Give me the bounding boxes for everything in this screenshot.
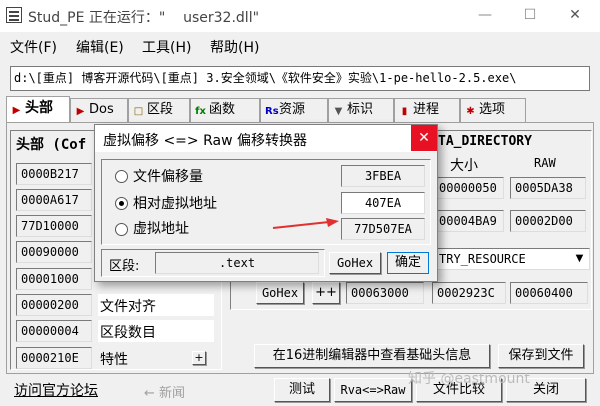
dir-bottom-value[interactable]: 0002923C <box>432 282 506 304</box>
process-icon: ▮ <box>401 106 408 117</box>
raw-column-header: RAW <box>534 156 556 170</box>
rva-radio[interactable] <box>115 197 128 210</box>
tab-label: 标识 <box>347 102 374 117</box>
tab-label: 函数 <box>209 102 236 117</box>
tab-processes[interactable]: ▮ 进程 <box>394 98 460 122</box>
dir-raw-value[interactable]: 00002D00 <box>510 210 586 232</box>
signature-icon: ▼ <box>334 106 343 117</box>
file-alignment-label: 文件对齐 <box>100 299 156 315</box>
menu-tools[interactable]: 工具(H) <box>142 37 191 57</box>
chevron-down-icon[interactable]: ▼ <box>570 249 589 269</box>
close-button[interactable]: ✕ <box>555 4 595 26</box>
tab-sections[interactable]: □ 区段 <box>128 98 190 122</box>
dialog-gohex-button[interactable]: GoHex <box>329 252 381 274</box>
menu-help[interactable]: 帮助(H) <box>210 37 259 57</box>
maximize-button[interactable]: ☐ <box>510 4 550 26</box>
section-icon: □ <box>133 106 144 117</box>
menu-file[interactable]: 文件(F) <box>10 37 57 57</box>
tab-signature[interactable]: ▼ 标识 <box>328 98 394 122</box>
minimize-button[interactable]: — <box>465 4 505 26</box>
file-offset-radio[interactable] <box>115 170 128 183</box>
function-icon: fx <box>195 106 206 117</box>
arrow-annotation-icon <box>272 218 339 229</box>
dir-bottom-value[interactable]: 00063000 <box>346 282 424 304</box>
header-value[interactable]: 0000B217 <box>16 163 92 185</box>
app-icon <box>6 7 22 23</box>
file-path-field[interactable]: d:\[重点] 博客开源代码\[重点] 3.安全领域\《软件安全》实验\1-pe… <box>10 66 590 91</box>
rva-field[interactable]: 407EA <box>341 192 425 214</box>
resource-icon: Rs <box>265 106 279 117</box>
section-count-label: 区段数目 <box>100 325 156 341</box>
tab-label: Dos <box>89 102 114 117</box>
ok-button[interactable]: 确定 <box>387 252 429 274</box>
header-value[interactable]: 0000A617 <box>16 189 92 211</box>
rva-converter-dialog: 虚拟偏移 <=> Raw 偏移转换器 ✕ 文件偏移量 3FBEA 相对虚拟地址 … <box>94 124 438 282</box>
watermark: 知乎 @eastmount <box>408 371 530 387</box>
tab-label: 资源 <box>279 102 306 117</box>
rva-raw-button[interactable]: Rva<=>Raw <box>334 378 412 402</box>
characteristics-expand-button[interactable]: + <box>192 351 206 365</box>
size-column-header: 大小 <box>450 158 478 174</box>
tab-resources[interactable]: Rs资源 <box>260 98 328 122</box>
rva-label: 相对虚拟地址 <box>133 196 217 212</box>
section-label: 区段: <box>109 259 140 274</box>
section-name-field[interactable]: .text <box>155 252 319 274</box>
official-forum-link[interactable]: 访问官方论坛 <box>14 380 98 400</box>
tab-header[interactable]: ▶ 头部 <box>6 96 70 123</box>
menu-edit[interactable]: 编辑(E) <box>76 37 124 57</box>
test-button[interactable]: 测试 <box>274 378 330 402</box>
dialog-close-button[interactable]: ✕ <box>411 125 437 151</box>
directory-dropdown[interactable]: TRY_RESOURCE <box>434 248 590 270</box>
save-to-file-button[interactable]: 保存到文件 <box>498 344 584 368</box>
header-value[interactable]: 00001000 <box>16 268 92 290</box>
gohex-button[interactable]: GoHex <box>256 282 304 304</box>
header-icon: ▶ <box>12 105 21 116</box>
dialog-title: 虚拟偏移 <=> Raw 偏移转换器 <box>103 133 307 149</box>
menu-bar: 文件(F) 编辑(E) 工具(H) 帮助(H) <box>0 32 600 60</box>
coff-header-title: 头部 (Cof <box>16 137 87 153</box>
file-alignment-value[interactable]: 00000200 <box>16 294 92 316</box>
data-directory-title: TA_DIRECTORY <box>438 134 532 149</box>
dir-size-value[interactable]: 00004BA9 <box>434 210 504 232</box>
view-hex-header-button[interactable]: 在16进制编辑器中查看基础头信息 <box>254 344 490 368</box>
tab-label: 选项 <box>479 102 506 117</box>
options-icon: ✱ <box>466 106 475 117</box>
dos-icon: ▶ <box>76 106 85 117</box>
window-title: Stud_PE 正在运行：" user32.dll" <box>28 10 260 26</box>
plusplus-button[interactable]: ++ <box>312 282 340 304</box>
file-offset-label: 文件偏移量 <box>133 169 203 185</box>
dir-size-value[interactable]: 00000050 <box>434 177 504 199</box>
tab-label: 头部 <box>25 100 53 116</box>
news-link[interactable]: ← 新闻 <box>144 382 185 401</box>
characteristics-label: 特性 <box>100 352 128 368</box>
tab-label: 进程 <box>413 102 440 117</box>
dialog-title-bar: 虚拟偏移 <=> Raw 偏移转换器 ✕ <box>95 125 437 152</box>
section-count-value[interactable]: 00000004 <box>16 320 92 342</box>
header-value[interactable]: 00090000 <box>16 241 92 263</box>
tab-label: 区段 <box>147 102 174 117</box>
va-radio[interactable] <box>115 223 128 236</box>
dir-raw-value[interactable]: 0005DA38 <box>510 177 586 199</box>
file-offset-field[interactable]: 3FBEA <box>341 165 425 187</box>
characteristics-value[interactable]: 0000210E <box>16 347 92 369</box>
tab-options[interactable]: ✱ 选项 <box>460 98 526 122</box>
dir-bottom-value[interactable]: 00060400 <box>510 282 588 304</box>
title-bar: Stud_PE 正在运行：" user32.dll" — ☐ ✕ <box>0 0 600 32</box>
tab-dos[interactable]: ▶ Dos <box>70 98 128 122</box>
va-field[interactable]: 77D507EA <box>341 218 425 240</box>
header-value[interactable]: 77D10000 <box>16 215 92 237</box>
va-label: 虚拟地址 <box>133 221 189 237</box>
tab-functions[interactable]: fx 函数 <box>190 98 260 122</box>
